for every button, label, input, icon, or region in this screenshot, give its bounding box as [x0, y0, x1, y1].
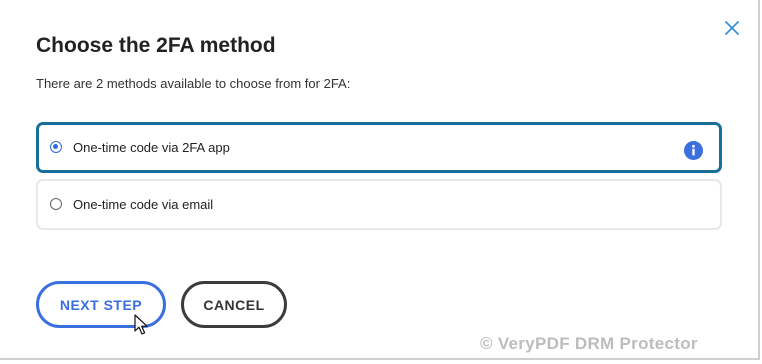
dialog-title: Choose the 2FA method — [36, 34, 276, 57]
watermark: © VeryPDF DRM Protector — [480, 334, 698, 353]
close-icon[interactable] — [725, 21, 739, 35]
radio-2fa-app[interactable] — [50, 140, 62, 153]
option-email-label: One-time code via email — [73, 196, 214, 212]
dialog-subtitle: There are 2 methods available to choose … — [36, 76, 351, 91]
option-2fa-app-label: One-time code via 2FA app — [73, 139, 230, 155]
close-button[interactable] — [722, 18, 742, 38]
radio-email[interactable] — [50, 197, 62, 210]
info-icon[interactable] — [684, 140, 703, 160]
cancel-button[interactable]: CANCEL — [181, 281, 287, 328]
mouse-cursor-icon — [134, 314, 148, 335]
option-2fa-app[interactable]: One-time code via 2FA app — [36, 122, 722, 173]
option-email[interactable]: One-time code via email — [36, 179, 722, 230]
dialog: Choose the 2FA method There are 2 method… — [0, 0, 760, 360]
